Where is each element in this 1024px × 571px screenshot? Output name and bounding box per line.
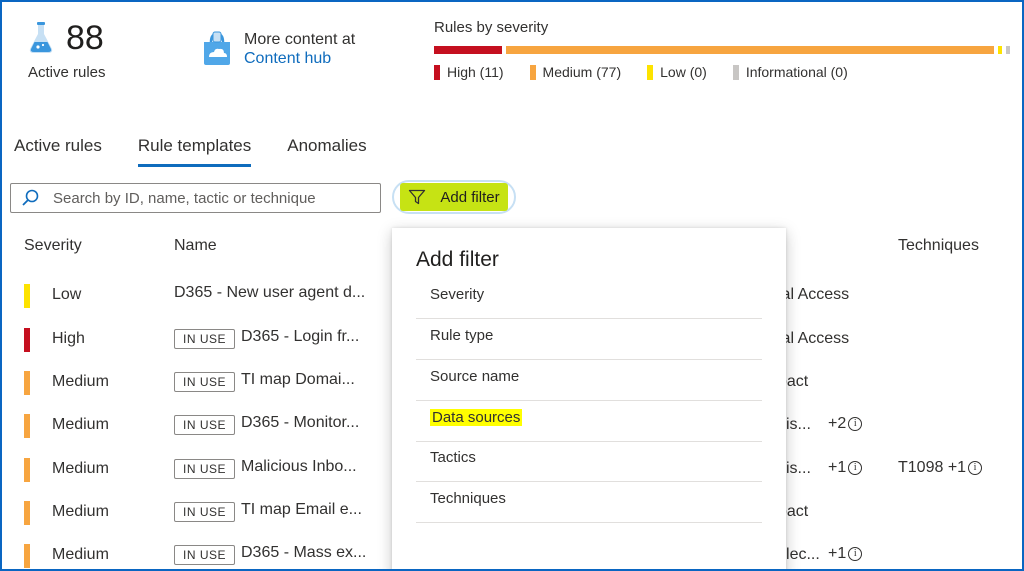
tactic-more-label: +1 bbox=[828, 459, 847, 476]
search-box[interactable] bbox=[10, 183, 381, 213]
severity-bar bbox=[434, 46, 1014, 54]
severity-cell: Medium bbox=[52, 460, 109, 477]
info-icon[interactable]: i bbox=[848, 546, 863, 561]
severity-legend-label: Informational (0) bbox=[745, 64, 848, 80]
severity-bar-medium bbox=[506, 46, 994, 54]
app-frame: 88 Active rules More content at Content … bbox=[0, 0, 1024, 571]
filter-option-rule-type[interactable]: Rule type bbox=[416, 319, 762, 360]
filter-option-label: Techniques bbox=[430, 490, 506, 507]
filter-option-source-name[interactable]: Source name bbox=[416, 360, 762, 401]
tactic-cell: ial Access bbox=[778, 330, 850, 347]
tactic-more-count[interactable]: +2 i bbox=[828, 415, 863, 433]
add-filter-button[interactable]: Add filter bbox=[392, 180, 516, 214]
tab-active-rules[interactable]: Active rules bbox=[14, 136, 102, 167]
filter-option-label: Tactics bbox=[430, 449, 476, 466]
filter-option-data-sources[interactable]: Data sources bbox=[416, 401, 762, 442]
severity-summary-title: Rules by severity bbox=[434, 19, 549, 36]
column-header-name[interactable]: Name bbox=[174, 237, 217, 255]
technique-cell: T1098 +1 i bbox=[898, 459, 983, 477]
tactic-more-label: +2 bbox=[828, 415, 847, 432]
filter-option-label: Data sources bbox=[430, 409, 523, 426]
filter-option-techniques[interactable]: Techniques bbox=[416, 482, 762, 523]
severity-cell: Medium bbox=[52, 503, 109, 520]
content-hub-text: More content at bbox=[244, 31, 356, 48]
tactic-more-count[interactable]: +1 i bbox=[828, 545, 863, 563]
severity-cell: Medium bbox=[52, 416, 109, 433]
severity-indicator bbox=[24, 284, 30, 308]
filter-option-label: Rule type bbox=[430, 327, 494, 344]
severity-legend-item: High (11) bbox=[434, 64, 504, 80]
severity-legend-swatch bbox=[434, 64, 440, 80]
rule-name-cell[interactable]: TI map Email e... bbox=[241, 501, 362, 519]
severity-cell: Medium bbox=[52, 373, 109, 390]
severity-legend-swatch bbox=[529, 64, 536, 80]
severity-legend-label: Low (0) bbox=[660, 64, 707, 80]
tab-rule-templates[interactable]: Rule templates bbox=[137, 136, 252, 167]
active-rules-count: 88 bbox=[66, 19, 104, 57]
severity-indicator bbox=[24, 544, 30, 568]
tactic-more-count[interactable]: +1 i bbox=[828, 459, 863, 477]
funnel-icon bbox=[409, 189, 426, 205]
severity-bar-informational bbox=[1006, 46, 1010, 54]
rule-name-cell[interactable]: TI map Domai... bbox=[241, 371, 355, 389]
severity-cell: Low bbox=[52, 286, 82, 303]
add-filter-menu-title: Add filter bbox=[416, 248, 499, 271]
tab-anomalies[interactable]: Anomalies bbox=[287, 136, 366, 167]
active-rules-label: Active rules bbox=[28, 64, 106, 81]
severity-legend-item: Informational (0) bbox=[732, 64, 848, 80]
severity-indicator bbox=[24, 458, 30, 482]
search-icon bbox=[22, 189, 39, 206]
in-use-badge: IN USE bbox=[174, 459, 236, 479]
tactic-cell: ial Access bbox=[778, 286, 850, 303]
tab-bar: Active rules Rule templates Anomalies bbox=[14, 136, 403, 167]
column-header-techniques[interactable]: Techniques bbox=[898, 237, 979, 255]
severity-legend-swatch bbox=[647, 64, 654, 80]
in-use-badge: IN USE bbox=[174, 372, 236, 392]
tactic-more-label: +1 bbox=[828, 545, 847, 562]
severity-legend-item: Low (0) bbox=[647, 64, 707, 80]
rule-name-cell[interactable]: Malicious Inbo... bbox=[241, 458, 357, 476]
add-filter-label: Add filter bbox=[440, 188, 500, 206]
filter-option-label: Source name bbox=[430, 368, 520, 385]
severity-legend-label: High (11) bbox=[447, 64, 504, 80]
severity-indicator bbox=[24, 328, 30, 352]
severity-legend-label: Medium (77) bbox=[542, 64, 622, 80]
severity-indicator bbox=[24, 414, 30, 438]
rule-name-cell[interactable]: D365 - New user agent d... bbox=[174, 284, 365, 302]
severity-legend-item: Medium (77) bbox=[529, 64, 622, 80]
add-filter-highlight: Add filter bbox=[400, 183, 508, 211]
info-icon[interactable]: i bbox=[848, 416, 863, 431]
add-filter-menu: Add filter Severity Rule type Source name D… bbox=[392, 228, 786, 569]
severity-legend-swatch bbox=[732, 64, 739, 80]
content-hub-promo: More content at Content hub bbox=[200, 30, 355, 68]
severity-indicator bbox=[24, 501, 30, 525]
in-use-badge: IN USE bbox=[174, 502, 236, 522]
severity-bar-high bbox=[434, 46, 502, 54]
severity-bar-low bbox=[998, 46, 1002, 54]
technique-label: T1098 +1 bbox=[898, 459, 967, 476]
severity-cell: High bbox=[52, 330, 85, 347]
rule-name-cell[interactable]: D365 - Mass ex... bbox=[241, 544, 366, 562]
info-icon[interactable]: i bbox=[968, 460, 983, 475]
severity-cell: Medium bbox=[52, 546, 109, 563]
in-use-badge: IN USE bbox=[174, 545, 236, 565]
in-use-badge: IN USE bbox=[174, 329, 236, 349]
severity-legend: High (11) Medium (77) Low (0) Informational… bbox=[434, 64, 874, 80]
search-input[interactable] bbox=[53, 189, 363, 207]
info-icon[interactable]: i bbox=[848, 460, 863, 475]
filter-option-label: Severity bbox=[430, 286, 485, 303]
filter-option-tactics[interactable]: Tactics bbox=[416, 441, 762, 482]
severity-indicator bbox=[24, 371, 30, 395]
column-header-severity[interactable]: Severity bbox=[24, 237, 82, 255]
filter-option-severity[interactable]: Severity bbox=[416, 278, 762, 319]
rule-name-cell[interactable]: D365 - Monitor... bbox=[241, 414, 359, 432]
flask-icon bbox=[29, 22, 53, 53]
content-hub-link[interactable]: Content hub bbox=[244, 49, 355, 68]
rule-name-cell[interactable]: D365 - Login fr... bbox=[241, 328, 359, 346]
active-rules-stat: 88 bbox=[26, 20, 104, 56]
content-hub-icon bbox=[204, 31, 230, 65]
in-use-badge: IN USE bbox=[174, 415, 236, 435]
